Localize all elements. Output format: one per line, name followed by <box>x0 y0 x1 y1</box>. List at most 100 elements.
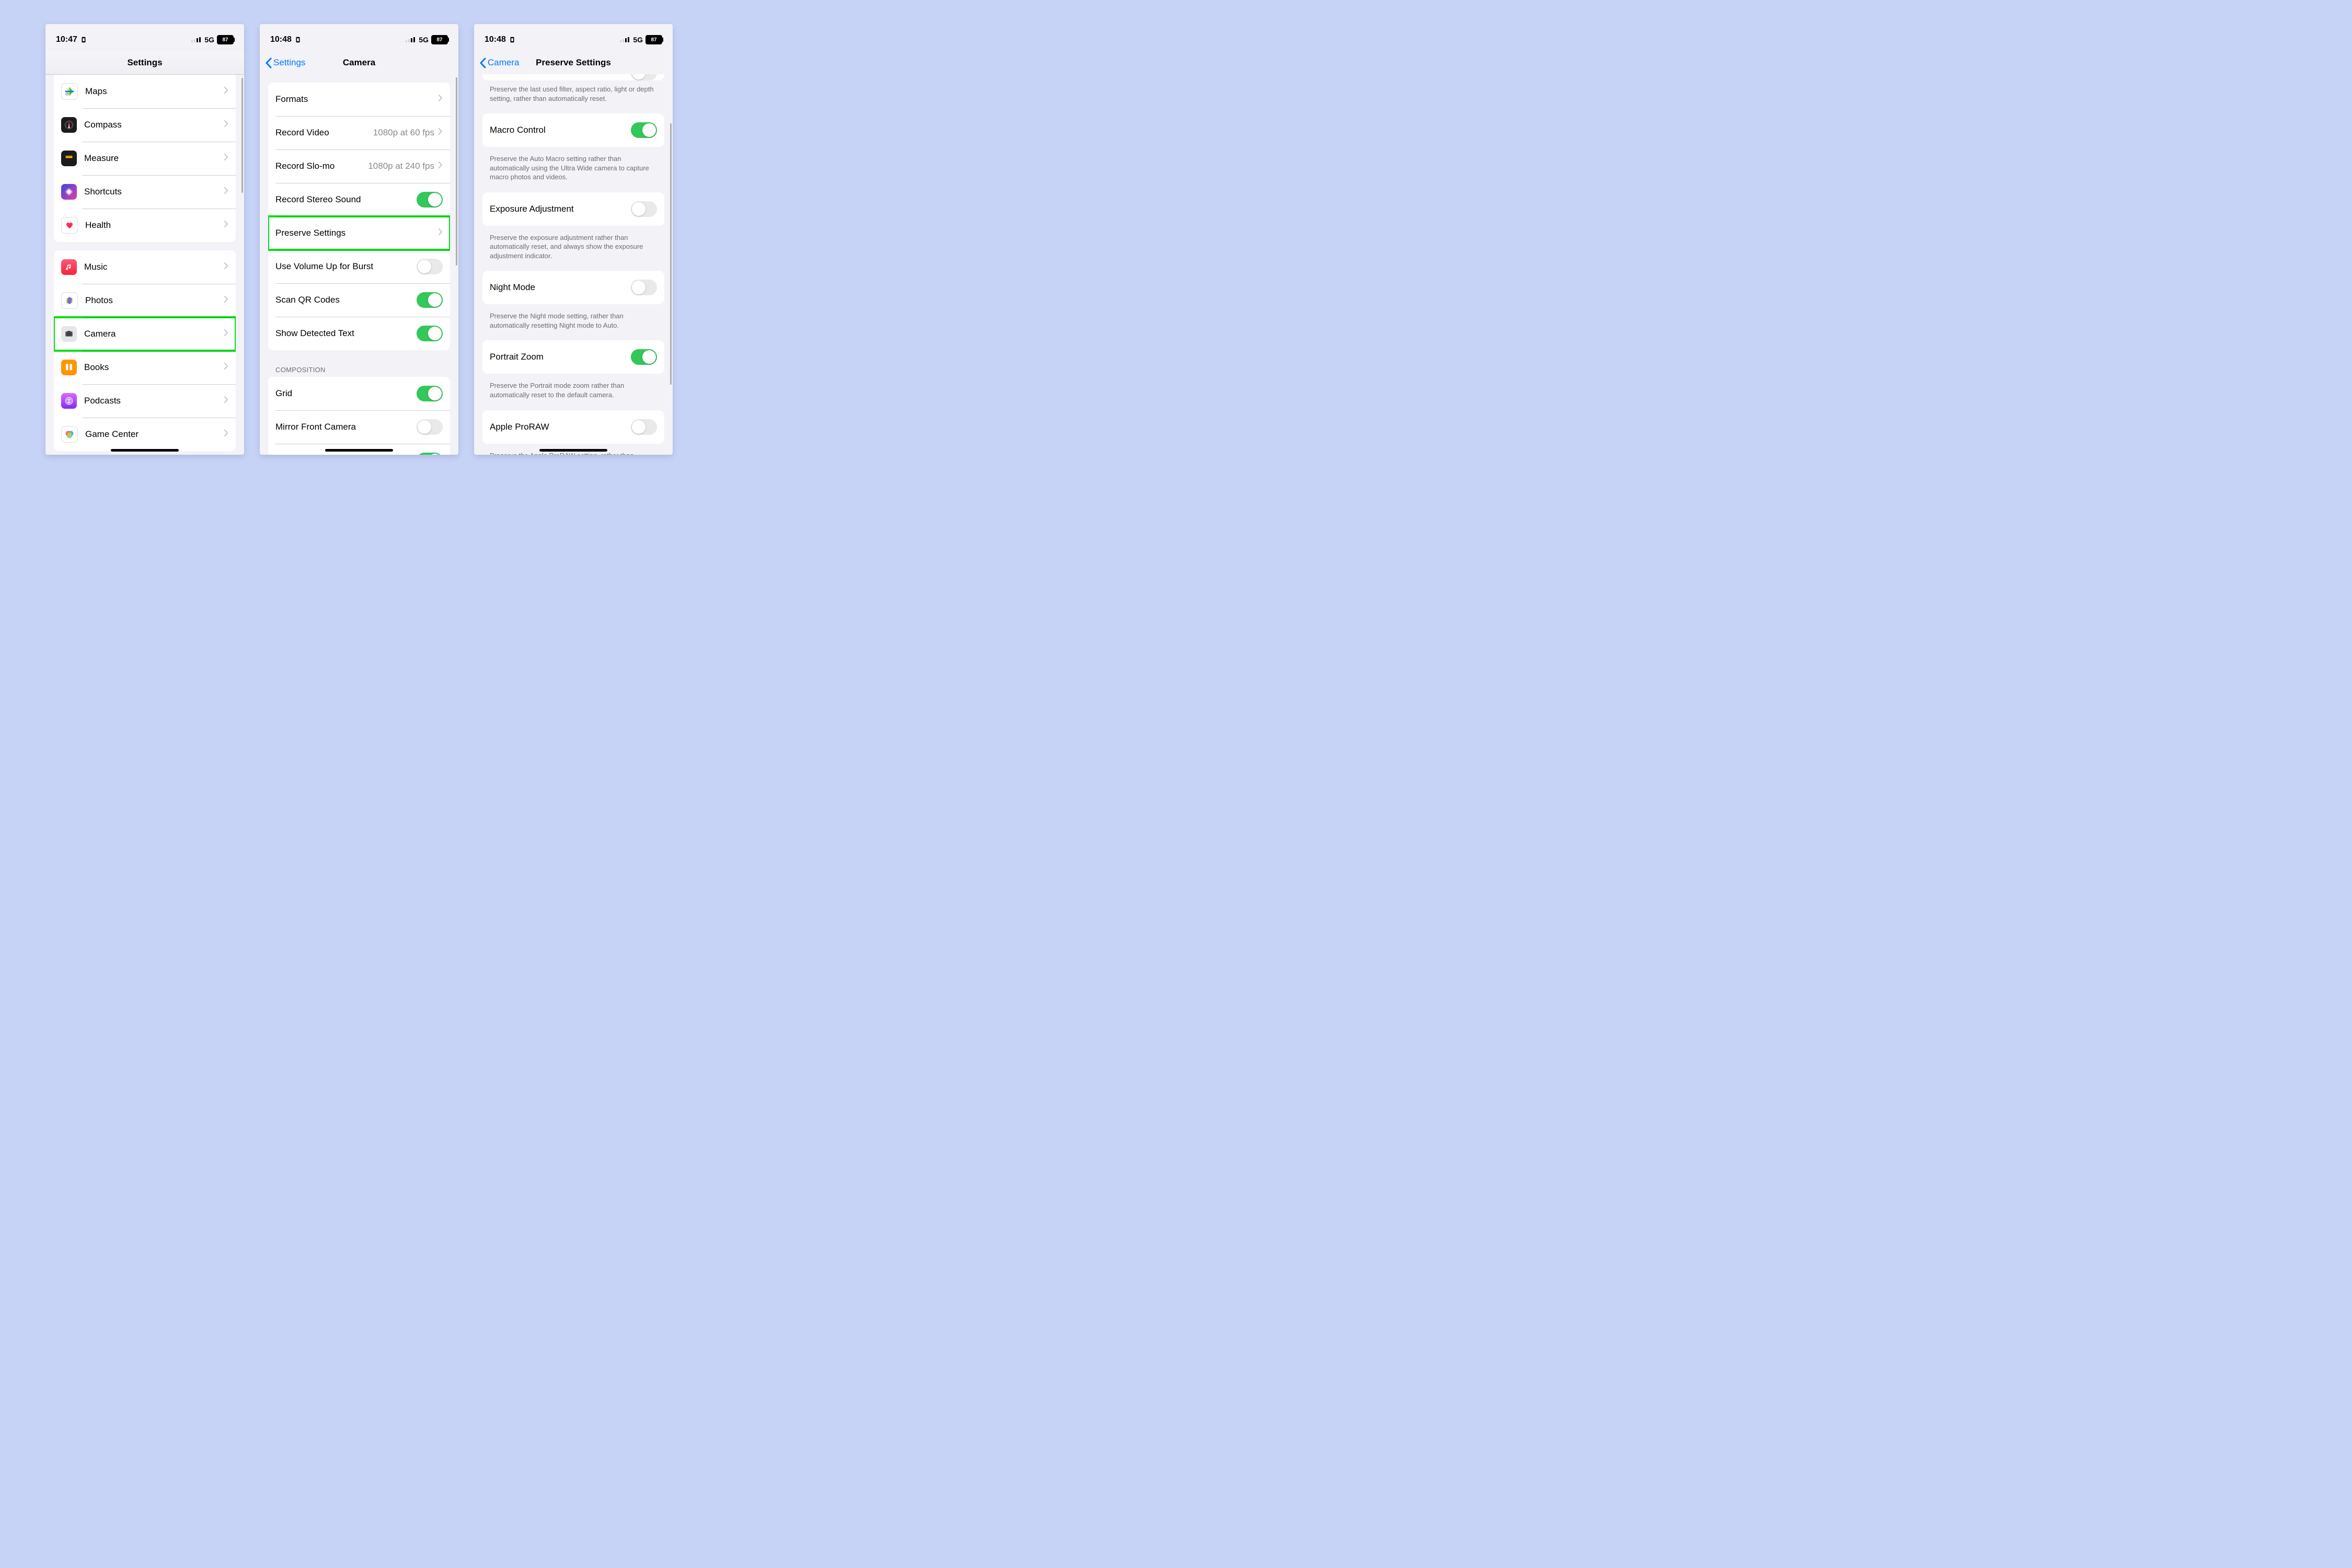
settings-row-photos[interactable]: Photos <box>54 284 236 317</box>
network-label: 5G <box>419 36 429 44</box>
row-label: Record Stereo Sound <box>275 194 417 205</box>
settings-row-measure[interactable]: Measure <box>54 142 236 175</box>
chevron-right-icon <box>224 221 228 230</box>
page-title: Camera <box>343 57 375 68</box>
music-icon <box>61 259 77 275</box>
section-footer-macro: Preserve the Auto Macro setting rather t… <box>474 151 673 184</box>
settings-row-camera[interactable]: Camera <box>54 317 236 351</box>
camera-row-record-slomo[interactable]: Record Slo-mo 1080p at 240 fps <box>268 149 450 183</box>
chevron-right-icon <box>224 329 228 339</box>
scrollbar[interactable] <box>241 78 243 193</box>
phone-preserve-settings: 10:48 5G 87 Camera Preserve Settings Pre… <box>474 24 673 455</box>
toggle-volume-burst[interactable] <box>417 259 443 274</box>
chevron-right-icon <box>224 187 228 197</box>
row-label: Measure <box>84 153 224 164</box>
scrollbar[interactable] <box>670 123 672 385</box>
settings-row-music[interactable]: Music <box>54 250 236 284</box>
camera-settings-list[interactable]: Formats Record Video 1080p at 60 fps Rec… <box>260 74 458 455</box>
signal-bars-icon <box>191 37 201 42</box>
chevron-left-icon <box>479 57 486 68</box>
row-label: Night Mode <box>490 282 631 293</box>
battery-icon: 87 <box>217 35 234 44</box>
phone-settings: 10:47 5G 87 Settings Maps Com <box>45 24 244 455</box>
row-label: Podcasts <box>84 396 224 406</box>
page-title: Settings <box>127 57 162 68</box>
toggle-scan-qr[interactable] <box>417 292 443 308</box>
nav-back-label: Camera <box>488 57 519 68</box>
camera-row-record-video[interactable]: Record Video 1080p at 60 fps <box>268 116 450 149</box>
preserve-row-proraw: Apple ProRAW <box>482 410 664 444</box>
settings-row-compass[interactable]: Compass <box>54 108 236 142</box>
camera-icon <box>61 326 77 342</box>
camera-row-preserve-settings[interactable]: Preserve Settings <box>268 216 450 250</box>
status-bar: 10:48 5G 87 <box>260 24 458 51</box>
nav-back-button[interactable]: Settings <box>265 51 305 74</box>
status-time: 10:48 <box>270 35 292 44</box>
toggle-night-mode[interactable] <box>631 280 657 295</box>
row-label: Camera <box>84 329 224 339</box>
preserve-row-macro-control: Macro Control <box>482 113 664 147</box>
nav-back-label: Settings <box>273 57 305 68</box>
toggle-grid[interactable] <box>417 386 443 401</box>
toggle-mirror-front[interactable] <box>417 419 443 435</box>
row-label: Apple ProRAW <box>490 422 631 432</box>
battery-icon: 87 <box>645 35 662 44</box>
game-center-icon <box>61 426 78 443</box>
chevron-right-icon <box>224 120 228 130</box>
row-label: Grid <box>275 388 417 399</box>
photos-icon <box>61 292 78 309</box>
battery-icon: 87 <box>431 35 448 44</box>
camera-row-mirror-front: Mirror Front Camera <box>268 410 450 444</box>
section-footer-portrait-zoom: Preserve the Portrait mode zoom rather t… <box>474 378 673 401</box>
nav-back-button[interactable]: Camera <box>479 51 519 74</box>
navbar: Camera Preserve Settings <box>474 51 673 74</box>
settings-row-books[interactable]: Books <box>54 351 236 384</box>
toggle-detected-text[interactable] <box>417 326 443 341</box>
podcasts-icon <box>61 393 77 409</box>
toggle-macro-control[interactable] <box>631 122 657 138</box>
settings-row-health[interactable]: Health <box>54 209 236 242</box>
chevron-right-icon <box>224 396 228 406</box>
toggle-stereo-sound[interactable] <box>417 192 443 207</box>
chevron-right-icon <box>439 128 443 137</box>
signal-bars-icon <box>406 37 415 42</box>
row-value: 1080p at 60 fps <box>373 128 434 138</box>
home-indicator[interactable] <box>111 449 179 452</box>
toggle-portrait-zoom[interactable] <box>631 349 657 365</box>
chevron-right-icon <box>224 296 228 305</box>
settings-row-game-center[interactable]: Game Center <box>54 418 236 451</box>
row-label: Game Center <box>85 429 224 440</box>
preserve-settings-list[interactable]: Preserve the last used filter, aspect ra… <box>474 74 673 455</box>
camera-row-stereo-sound: Record Stereo Sound <box>268 183 450 216</box>
section-footer-night-mode: Preserve the Night mode setting, rather … <box>474 308 673 332</box>
chevron-right-icon <box>439 95 443 104</box>
toggle-exposure-adjustment[interactable] <box>631 201 657 217</box>
row-label: Portrait Zoom <box>490 352 631 362</box>
camera-row-formats[interactable]: Formats <box>268 83 450 116</box>
toggle-view-outside[interactable] <box>417 453 443 455</box>
preserve-row-exposure: Exposure Adjustment <box>482 192 664 226</box>
row-label: Books <box>84 362 224 373</box>
settings-list[interactable]: Maps Compass Measure <box>45 75 244 455</box>
network-label: 5G <box>204 36 214 44</box>
home-indicator[interactable] <box>325 449 393 452</box>
chevron-left-icon <box>265 57 272 68</box>
row-label: Shortcuts <box>84 187 224 197</box>
compass-icon <box>61 117 77 133</box>
row-label: Use Volume Up for Burst <box>275 261 417 272</box>
chevron-right-icon <box>224 154 228 163</box>
preserve-row-portrait-zoom: Portrait Zoom <box>482 340 664 374</box>
phone-camera-settings: 10:48 5G 87 Settings Camera Formats Reco… <box>260 24 458 455</box>
settings-row-shortcuts[interactable]: Shortcuts <box>54 175 236 209</box>
row-label: Record Video <box>275 128 373 138</box>
status-time: 10:48 <box>485 35 506 44</box>
settings-row-podcasts[interactable]: Podcasts <box>54 384 236 418</box>
row-label: Compass <box>84 120 224 130</box>
settings-row-maps[interactable]: Maps <box>54 75 236 108</box>
home-indicator[interactable] <box>539 449 607 452</box>
toggle-apple-proraw[interactable] <box>631 419 657 435</box>
scrollbar[interactable] <box>456 77 457 266</box>
row-label: Health <box>85 220 224 230</box>
toggle-creative-controls[interactable] <box>631 74 657 80</box>
row-label: Scan QR Codes <box>275 295 417 305</box>
